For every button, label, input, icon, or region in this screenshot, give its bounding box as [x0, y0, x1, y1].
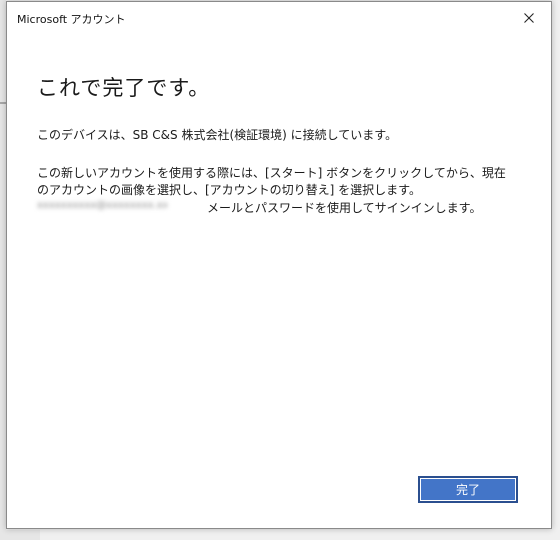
- background-taskbar-edge: [0, 530, 40, 540]
- window-title: Microsoft アカウント: [17, 13, 126, 26]
- microsoft-account-dialog: Microsoft アカウント これで完了です。 このデバイスは、SB C&S …: [6, 1, 552, 529]
- instruction-line-2: のアカウントの画像を選択し、[アカウントの切り替え] を選択します。: [37, 183, 421, 197]
- close-icon: [524, 13, 534, 23]
- close-button[interactable]: [507, 2, 551, 34]
- signin-row: xxxxxxxxxx@xxxxxxxx.xx.xxxxx メールとパスワードを使…: [37, 199, 537, 216]
- dialog-content: これで完了です。 このデバイスは、SB C&S 株式会社(検証環境) に接続して…: [37, 72, 537, 216]
- title-bar: Microsoft アカウント: [7, 2, 551, 34]
- completion-heading: これで完了です。: [37, 76, 211, 100]
- done-button[interactable]: 完了: [418, 476, 518, 503]
- redacted-email: xxxxxxxxxx@xxxxxxxx.xx.xxxxx: [37, 200, 167, 211]
- instruction-line-1: この新しいアカウントを使用する際には、[スタート] ボタンをクリックしてから、現…: [37, 166, 506, 180]
- signin-instruction-text: メールとパスワードを使用してサインインします。: [207, 201, 482, 215]
- connection-status-text: このデバイスは、SB C&S 株式会社(検証環境) に接続しています。: [37, 128, 398, 142]
